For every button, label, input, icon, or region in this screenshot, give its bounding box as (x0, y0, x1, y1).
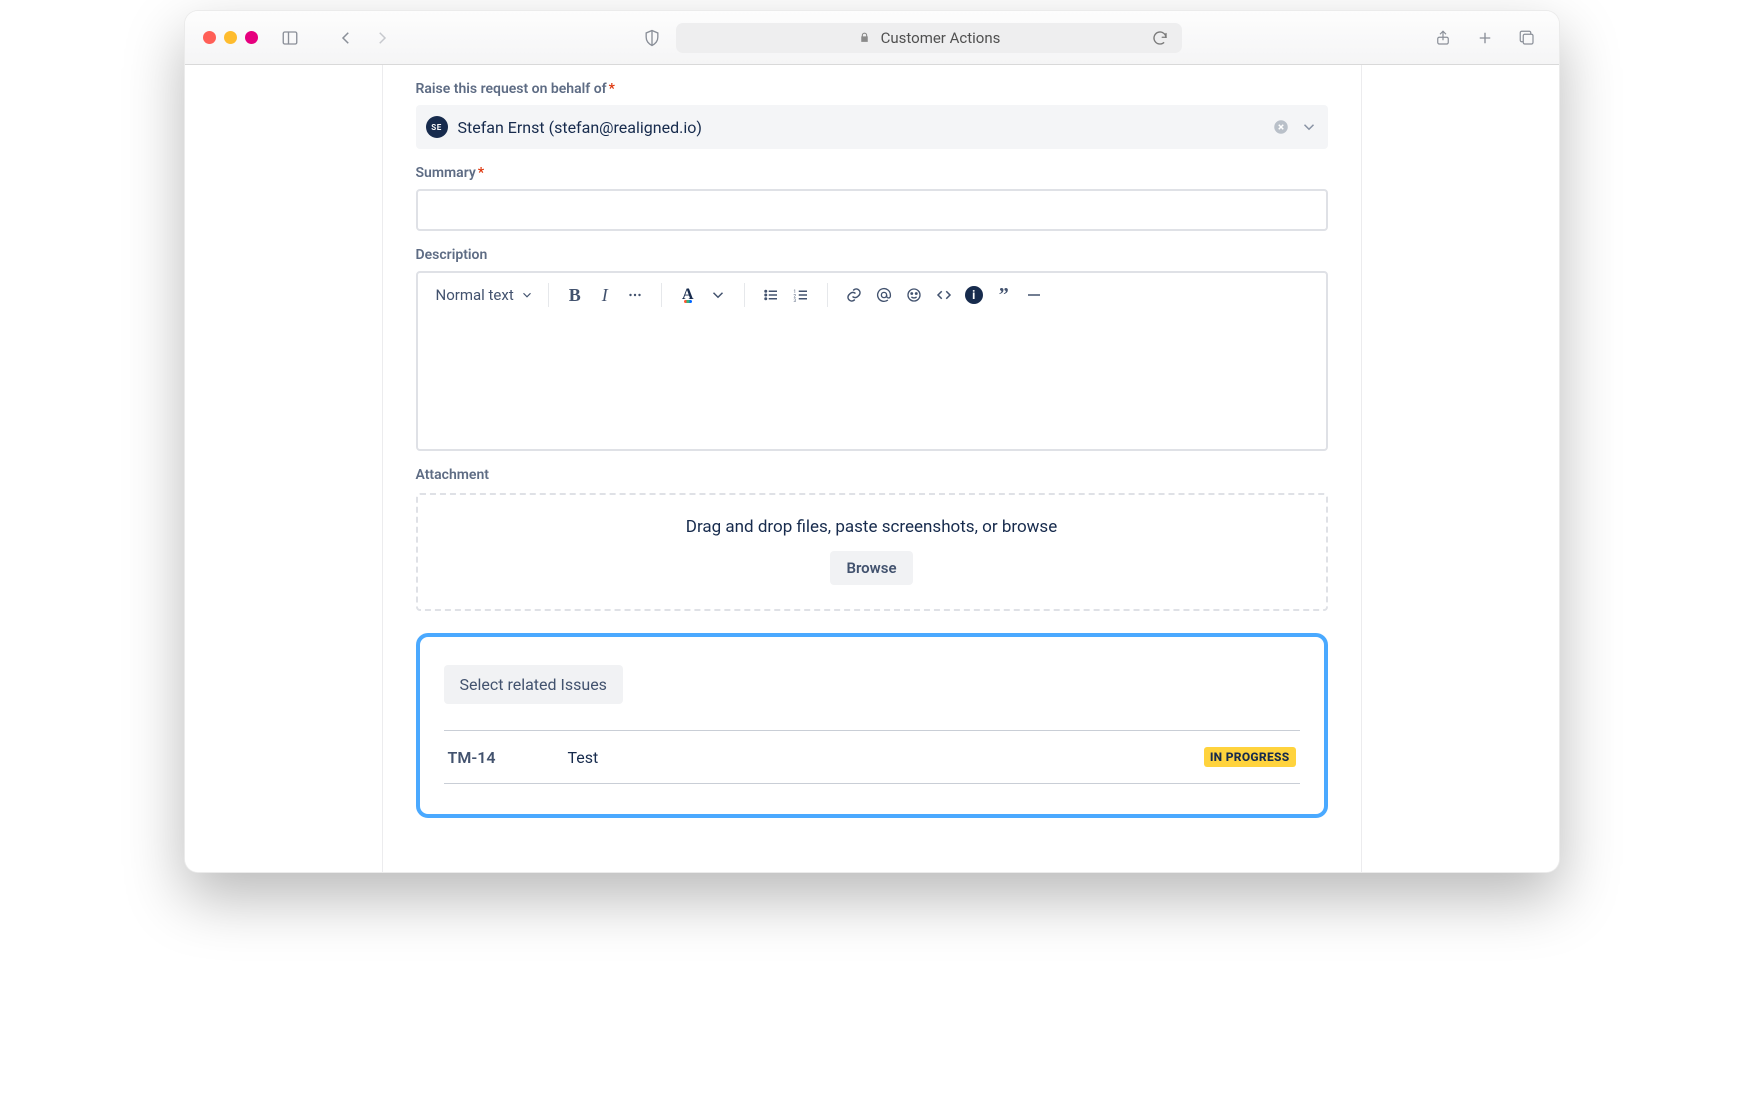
related-issues-table: TM-14 Test IN PROGRESS (444, 730, 1300, 784)
select-related-issues-button[interactable]: Select related Issues (444, 665, 623, 704)
chevron-down-icon (520, 288, 534, 302)
browser-window: Customer Actions (184, 10, 1560, 873)
required-marker: * (609, 81, 615, 97)
status-badge: IN PROGRESS (1204, 747, 1296, 767)
description-editor[interactable]: Normal text B I A (416, 271, 1328, 451)
address-bar-title: Customer Actions (881, 29, 1001, 47)
issue-key: TM-14 (448, 748, 568, 767)
italic-button[interactable]: I (593, 283, 617, 307)
mention-button[interactable] (872, 283, 896, 307)
attachment-label: Attachment (416, 467, 1328, 483)
avatar: SE (426, 116, 448, 138)
text-style-label: Normal text (436, 286, 514, 304)
text-color-chevron[interactable] (706, 283, 730, 307)
editor-body[interactable] (418, 317, 1326, 449)
requester-value: Stefan Ernst (stefan@realigned.io) (458, 118, 1262, 137)
titlebar: Customer Actions (185, 11, 1559, 65)
clear-icon[interactable] (1272, 118, 1290, 136)
new-tab-icon[interactable] (1471, 24, 1499, 52)
text-color-button[interactable]: A (676, 283, 700, 307)
requester-label: Raise this request on behalf of* (416, 81, 1328, 97)
requester-select[interactable]: SE Stefan Ernst (stefan@realigned.io) (416, 105, 1328, 149)
back-button[interactable] (332, 24, 360, 52)
text-style-dropdown[interactable]: Normal text (436, 286, 534, 304)
share-icon[interactable] (1429, 24, 1457, 52)
table-row[interactable]: TM-14 Test IN PROGRESS (444, 731, 1300, 783)
divider-button[interactable] (1022, 283, 1046, 307)
issue-summary: Test (568, 748, 1204, 767)
browse-button[interactable]: Browse (830, 551, 912, 585)
window-controls (203, 31, 258, 44)
lock-icon (858, 31, 871, 44)
chevron-down-icon[interactable] (1300, 118, 1318, 136)
page-viewport: Raise this request on behalf of* SE Stef… (185, 65, 1559, 872)
sidebar-toggle-icon[interactable] (276, 24, 304, 52)
summary-input[interactable] (416, 189, 1328, 231)
close-window-button[interactable] (203, 31, 216, 44)
bullet-list-button[interactable] (759, 283, 783, 307)
maximize-window-button[interactable] (245, 31, 258, 44)
bold-button[interactable]: B (563, 283, 587, 307)
forward-button[interactable] (368, 24, 396, 52)
minimize-window-button[interactable] (224, 31, 237, 44)
request-form: Raise this request on behalf of* SE Stef… (382, 65, 1362, 872)
editor-toolbar: Normal text B I A (418, 273, 1326, 317)
quote-button[interactable]: ” (992, 283, 1016, 307)
summary-label: Summary* (416, 165, 1328, 181)
link-button[interactable] (842, 283, 866, 307)
code-button[interactable] (932, 283, 956, 307)
reload-button[interactable] (1146, 24, 1174, 52)
address-bar[interactable]: Customer Actions (676, 23, 1182, 53)
emoji-button[interactable] (902, 283, 926, 307)
tab-overview-icon[interactable] (1513, 24, 1541, 52)
numbered-list-button[interactable]: 123 (789, 283, 813, 307)
required-marker: * (478, 165, 484, 181)
attachment-dropzone[interactable]: Drag and drop files, paste screenshots, … (416, 493, 1328, 611)
info-panel-button[interactable]: i (962, 283, 986, 307)
attachment-hint: Drag and drop files, paste screenshots, … (428, 517, 1316, 537)
svg-text:3: 3 (793, 298, 796, 304)
privacy-shield-icon[interactable] (642, 28, 662, 48)
description-label: Description (416, 247, 1328, 263)
more-formatting-button[interactable] (623, 283, 647, 307)
related-issues-panel: Select related Issues TM-14 Test IN PROG… (416, 633, 1328, 818)
